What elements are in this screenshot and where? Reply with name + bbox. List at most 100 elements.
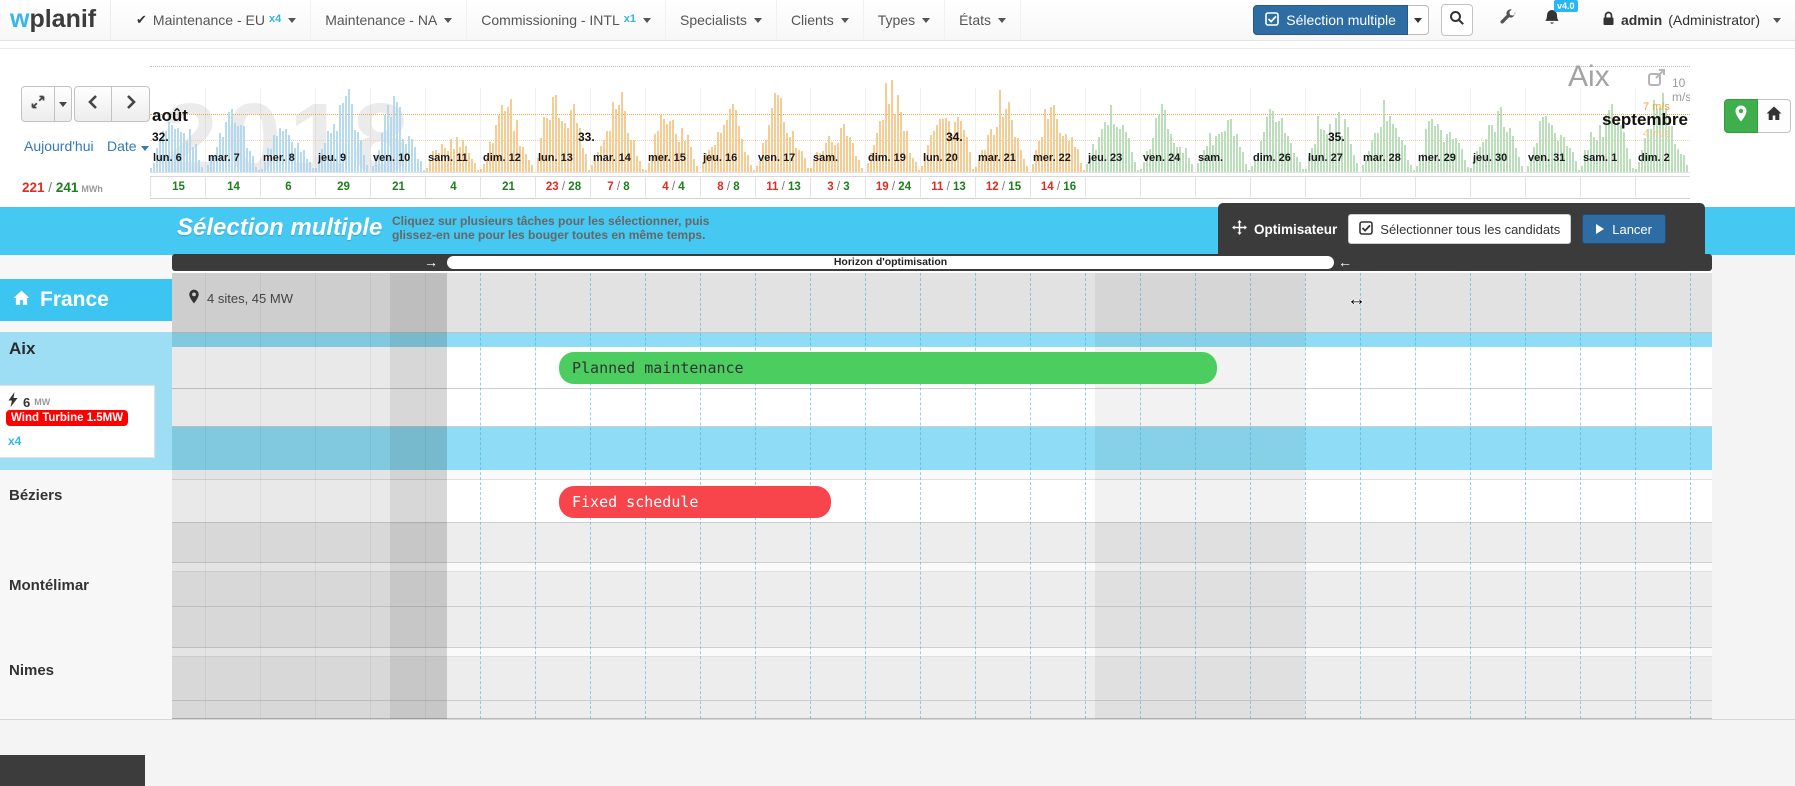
sidebar-item-nimes[interactable]: Nimes (9, 662, 54, 679)
country-summary: 4 sites, 45 MW (188, 289, 293, 307)
app-logo[interactable]: wplanif (10, 0, 111, 40)
task-fixed-schedule[interactable]: Fixed schedule (559, 486, 831, 518)
wind-bar (354, 130, 356, 172)
wind-bar (495, 125, 497, 172)
nav-item-maintenance-na[interactable]: Maintenance - NA (311, 0, 467, 40)
wind-bar (582, 148, 584, 172)
wind-bar (1119, 129, 1121, 172)
optimizer-panel: Optimisateur Sélectionner tous les candi… (1218, 203, 1705, 255)
zoom-range-dropdown[interactable] (55, 86, 72, 122)
daily-production-cell: 23 / 28 (535, 177, 591, 197)
wind-bar (1296, 157, 1298, 172)
wind-bar (915, 162, 917, 172)
date-dropdown[interactable]: Date (107, 138, 149, 154)
wind-bar (639, 161, 641, 173)
user-menu[interactable]: admin (Administrator) (1602, 11, 1787, 29)
daily-production-cell: 29 (315, 177, 371, 197)
wind-bar (1431, 119, 1433, 172)
month-label-august: août (152, 106, 188, 126)
nav-item-types[interactable]: Types (864, 0, 945, 40)
grid-vline-day (865, 273, 866, 719)
nav-item-tats[interactable]: États (945, 0, 1021, 40)
chevron-left-icon (87, 94, 99, 115)
production-actual: 221 (22, 180, 45, 195)
day-gridline (1030, 88, 1031, 172)
day-gridline (1250, 88, 1251, 172)
week-number-label: 34. (946, 130, 963, 144)
wind-bar (747, 155, 749, 172)
day-gridline (1415, 88, 1416, 172)
wind-bar (1629, 159, 1631, 172)
grid-vline-day (975, 273, 976, 719)
sidebar-item-mont-limar[interactable]: Montélimar (9, 577, 89, 594)
day-gridline (425, 88, 426, 172)
grid-vline-past (315, 273, 316, 719)
banner-title: Sélection multiple (177, 214, 382, 242)
settings-wrench-button[interactable] (1499, 9, 1516, 31)
wind-bar (1464, 160, 1466, 172)
optimizer-handle[interactable]: Optimisateur (1232, 220, 1337, 238)
selection-multiple-button[interactable]: Sélection multiple (1253, 5, 1408, 35)
wind-bar (726, 120, 728, 173)
horizon-arrow-left-icon[interactable]: ← (1338, 254, 1352, 271)
zoom-range-button[interactable] (21, 86, 55, 122)
wind-bar (1113, 124, 1115, 172)
wind-bar (1671, 126, 1673, 172)
optimization-horizon-slider[interactable]: Horizon d'optimisation (447, 256, 1334, 269)
wind-bar (963, 130, 965, 172)
selection-multiple-dropdown-button[interactable] (1408, 5, 1429, 35)
nav-item-clients[interactable]: Clients (777, 0, 864, 40)
horizon-arrow-right-icon[interactable]: → (424, 254, 438, 271)
chevron-down-icon (288, 18, 296, 23)
wind-bar (1572, 152, 1574, 172)
day-gridline (1305, 88, 1306, 172)
wind-bar (426, 168, 428, 172)
notifications-button[interactable]: v4.0 (1544, 9, 1560, 32)
chevron-right-icon (125, 94, 137, 115)
next-period-button[interactable] (111, 86, 150, 122)
wind-bar (528, 160, 530, 172)
divider (0, 48, 1795, 49)
version-badge: v4.0 (1554, 0, 1578, 12)
task-planned-maintenance[interactable]: Planned maintenance (559, 352, 1217, 384)
wind-bar (1686, 165, 1688, 172)
grid-vline-day (1140, 273, 1141, 719)
sites-sidebar: France Aix 6 MW Wind Turbine 1.5MW x4 Bé… (0, 255, 172, 719)
open-site-icon[interactable] (1647, 68, 1667, 93)
nav-item-label: Maintenance - EU (153, 12, 265, 28)
chevron-down-icon (841, 18, 849, 23)
nav-item-maintenance-eu[interactable]: ✔Maintenance - EUx4 (122, 0, 311, 40)
search-button[interactable] (1441, 4, 1473, 36)
wind-bar (921, 166, 923, 172)
nav-item-commissioning-intl[interactable]: Commissioning - INTLx1 (467, 0, 666, 40)
week-number-label: 32. (152, 130, 169, 144)
wind-bar (1527, 166, 1529, 172)
wind-bar (585, 154, 587, 172)
today-link[interactable]: Aujourd'hui (24, 138, 94, 154)
sidebar-item-aix[interactable]: Aix (9, 339, 35, 359)
week-number-label: 33. (578, 130, 595, 144)
sidebar-item-b-ziers[interactable]: Béziers (9, 487, 62, 504)
nav-item-specialists[interactable]: Specialists (666, 0, 777, 40)
sidebar-item-france[interactable]: France (0, 279, 172, 321)
wind-bar (348, 89, 350, 172)
map-pin-button[interactable] (1724, 99, 1758, 133)
wind-bar (195, 144, 197, 172)
grid-vline-past (260, 273, 261, 719)
wind-bar (1347, 127, 1349, 172)
wind-bar (1416, 166, 1418, 172)
wind-bar (690, 147, 692, 173)
day-label: mer. 8 (263, 152, 295, 164)
wind-bar (279, 128, 281, 172)
wind-bar (1404, 145, 1406, 172)
wind-bar (366, 165, 368, 172)
select-all-candidates-button[interactable]: Sélectionner tous les candidats (1348, 214, 1571, 244)
wind-bar (1566, 146, 1568, 172)
previous-period-button[interactable] (74, 86, 112, 122)
home-view-button[interactable] (1758, 99, 1791, 133)
day-gridline (975, 88, 976, 172)
day-label: dim. 26 (1253, 152, 1291, 164)
selection-multiple-split-button: Sélection multiple (1253, 5, 1429, 35)
launch-button[interactable]: Lancer (1582, 214, 1666, 244)
wind-bar (942, 119, 944, 172)
